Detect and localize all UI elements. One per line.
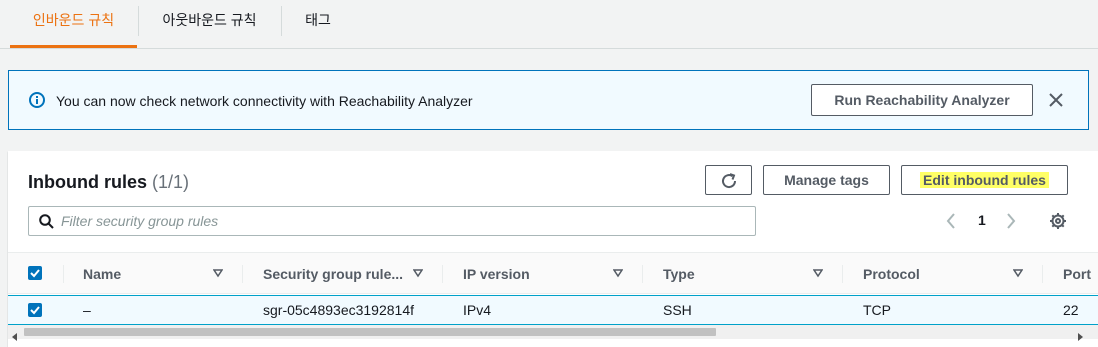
sort-caret-icon bbox=[213, 269, 223, 278]
column-header-label: Security group rule... bbox=[263, 266, 404, 282]
search-icon bbox=[39, 214, 54, 234]
cell-rule-id[interactable]: sgr-05c4893ec3192814f bbox=[263, 296, 414, 324]
cell-type: SSH bbox=[663, 302, 692, 318]
cell-protocol: TCP bbox=[863, 302, 891, 318]
inbound-rules-panel: Inbound rules (1/1) Manage tags Edit inb… bbox=[8, 151, 1098, 347]
filter-search-box[interactable] bbox=[28, 206, 756, 236]
info-icon bbox=[29, 92, 45, 108]
column-header-rule-id[interactable]: Security group rule... bbox=[263, 253, 443, 295]
cell-ip-version: IPv4 bbox=[463, 302, 492, 318]
edit-inbound-rules-label: Edit inbound rules bbox=[920, 172, 1049, 188]
select-all-checkbox[interactable] bbox=[28, 266, 42, 280]
selection-count: (1/1) bbox=[152, 172, 190, 192]
column-divider bbox=[442, 265, 443, 283]
sort-caret-icon bbox=[613, 269, 623, 278]
column-divider bbox=[1042, 265, 1043, 283]
next-page-icon[interactable] bbox=[1006, 213, 1016, 232]
horizontal-scrollbar[interactable] bbox=[8, 325, 1098, 341]
column-divider bbox=[242, 265, 243, 283]
column-header-label: Protocol bbox=[863, 266, 920, 282]
scrollbar-thumb[interactable] bbox=[24, 328, 716, 336]
column-divider bbox=[63, 265, 64, 283]
column-header-ip-version[interactable]: IP version bbox=[463, 253, 643, 295]
settings-gear-icon[interactable] bbox=[1049, 212, 1067, 235]
cell-name: – bbox=[83, 302, 91, 318]
edit-inbound-rules-button[interactable]: Edit inbound rules bbox=[901, 165, 1068, 195]
sort-caret-icon bbox=[813, 269, 823, 278]
flash-message: You can now check network connectivity w… bbox=[56, 93, 473, 109]
column-header-label: IP version bbox=[463, 266, 530, 282]
close-icon[interactable] bbox=[1049, 93, 1063, 107]
scroll-left-arrow-icon[interactable] bbox=[12, 328, 18, 346]
run-reachability-analyzer-button[interactable]: Run Reachability Analyzer bbox=[811, 84, 1033, 116]
cell-port: 22 bbox=[1063, 302, 1079, 318]
panel-title-text: Inbound rules bbox=[28, 172, 147, 192]
panel-title: Inbound rules (1/1) bbox=[28, 171, 189, 193]
refresh-button[interactable] bbox=[705, 165, 752, 195]
tab-tags[interactable]: 태그 bbox=[282, 0, 354, 48]
column-header-label: Type bbox=[663, 266, 695, 282]
sort-caret-icon bbox=[1013, 269, 1023, 278]
current-page-number[interactable]: 1 bbox=[978, 212, 986, 228]
tab-inbound-rules[interactable]: 인바운드 규칙 bbox=[10, 0, 137, 48]
row-select-checkbox[interactable] bbox=[28, 303, 42, 317]
tab-outbound-rules[interactable]: 아웃바운드 규칙 bbox=[139, 0, 280, 48]
manage-tags-button[interactable]: Manage tags bbox=[763, 165, 890, 195]
column-header-type[interactable]: Type bbox=[663, 253, 843, 295]
scroll-right-arrow-icon[interactable] bbox=[1077, 328, 1083, 346]
column-header-protocol[interactable]: Protocol bbox=[863, 253, 1043, 295]
column-header-label: Port bbox=[1063, 266, 1091, 282]
column-divider bbox=[642, 265, 643, 283]
column-header-label: Name bbox=[83, 266, 122, 282]
column-divider bbox=[842, 265, 843, 283]
column-header-name[interactable]: Name bbox=[83, 253, 243, 295]
table-header: Name Security group rule... IP version T… bbox=[8, 252, 1098, 294]
filter-search-input[interactable] bbox=[61, 209, 741, 233]
column-header-port[interactable]: Port bbox=[1063, 253, 1098, 295]
table-row[interactable]: – sgr-05c4893ec3192814f IPv4 SSH TCP 22 bbox=[8, 295, 1098, 325]
reachability-flash-banner: You can now check network connectivity w… bbox=[8, 70, 1089, 130]
refresh-icon bbox=[722, 173, 737, 189]
previous-page-icon[interactable] bbox=[946, 213, 956, 232]
rule-tabs: 인바운드 규칙 아웃바운드 규칙 태그 bbox=[0, 0, 1098, 49]
sort-caret-icon bbox=[413, 269, 423, 278]
